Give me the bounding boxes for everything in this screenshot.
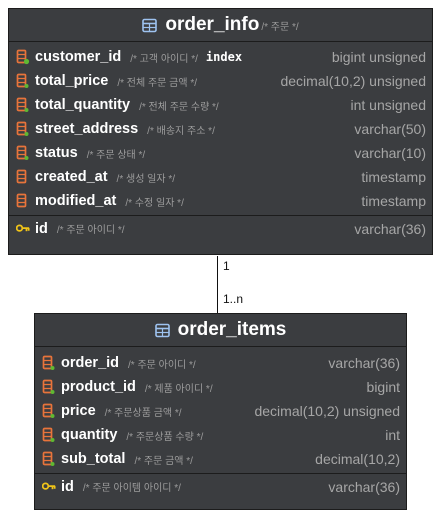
table-icon bbox=[154, 323, 170, 338]
column-icon bbox=[16, 97, 30, 113]
column-name: created_at bbox=[35, 169, 108, 185]
column-row[interactable]: product_id /* 제품 아이디 */ bigint bbox=[35, 375, 406, 399]
column-icon bbox=[16, 121, 30, 137]
column-comment: /* 주문 아이디 */ bbox=[56, 225, 125, 236]
column-name: product_id bbox=[61, 379, 136, 395]
column-comment: /* 생성 일자 */ bbox=[116, 173, 176, 185]
column-icon bbox=[42, 427, 56, 443]
column-comment: /* 제품 아이디 */ bbox=[144, 383, 213, 395]
column-comment: /* 주문 아이디 */ bbox=[128, 359, 196, 371]
fk-column-icon bbox=[16, 49, 30, 65]
cardinality-many: 1..n bbox=[223, 292, 244, 306]
primary-key-icon bbox=[42, 479, 56, 495]
column-row[interactable]: total_quantity /* 전체 주문 수량 */ int unsign… bbox=[9, 93, 432, 117]
table-icon bbox=[142, 18, 158, 33]
column-row[interactable]: customer_id /* 고객 아이디 */ index bigint un… bbox=[9, 45, 432, 69]
nullable-column-icon bbox=[16, 169, 30, 185]
column-comment: /* 주문 상태 */ bbox=[86, 149, 146, 161]
column-comment: /* 주문 아이템 아이디 */ bbox=[82, 483, 181, 494]
column-comment: /* 수정 일자 */ bbox=[125, 197, 184, 209]
column-icon bbox=[16, 145, 30, 161]
column-row[interactable]: order_id /* 주문 아이디 */ varchar(36) bbox=[35, 351, 406, 375]
column-name: street_address bbox=[35, 121, 139, 137]
table-header[interactable]: order_items bbox=[35, 314, 406, 347]
column-icon bbox=[42, 451, 56, 467]
index-badge: index bbox=[205, 50, 243, 64]
column-name: total_quantity bbox=[35, 97, 131, 113]
table-name: order_info bbox=[165, 14, 260, 35]
column-type: timestamp bbox=[361, 193, 426, 209]
primary-key-row[interactable]: id /* 주문 아이템 아이디 */ varchar(36) bbox=[35, 474, 406, 499]
column-comment: /* 전체 주문 수량 */ bbox=[139, 101, 219, 113]
column-name: customer_id bbox=[35, 49, 122, 65]
primary-key-icon bbox=[16, 221, 30, 237]
column-row[interactable]: modified_at /* 수정 일자 */ timestamp bbox=[9, 189, 432, 213]
table-order-info[interactable]: order_info/* 주문 */ customer_id /* 고객 아이디… bbox=[8, 8, 433, 255]
column-name: order_id bbox=[61, 355, 120, 371]
column-comment: /* 배송지 주소 */ bbox=[147, 125, 215, 137]
table-comment: /* 주문 */ bbox=[261, 22, 299, 33]
column-name: total_price bbox=[35, 73, 109, 89]
column-type: decimal(10,2) bbox=[315, 451, 400, 467]
column-icon bbox=[16, 73, 30, 89]
column-row[interactable]: price /* 주문상품 금액 */ decimal(10,2) unsign… bbox=[35, 399, 406, 423]
table-name: order_items bbox=[177, 319, 287, 340]
column-row[interactable]: sub_total /* 주문 금액 */ decimal(10,2) bbox=[35, 447, 406, 471]
column-row[interactable]: total_price /* 전체 주문 금액 */ decimal(10,2)… bbox=[9, 69, 432, 93]
column-type: timestamp bbox=[361, 169, 426, 185]
column-name: sub_total bbox=[61, 451, 126, 467]
column-row[interactable]: street_address /* 배송지 주소 */ varchar(50) bbox=[9, 117, 432, 141]
column-icon bbox=[42, 355, 56, 371]
column-comment: /* 주문 금액 */ bbox=[134, 455, 193, 467]
column-type: varchar(10) bbox=[354, 145, 426, 161]
nullable-column-icon bbox=[16, 193, 30, 209]
table-header[interactable]: order_info/* 주문 */ bbox=[9, 9, 432, 42]
column-icon bbox=[42, 379, 56, 395]
column-comment: /* 전체 주문 금액 */ bbox=[117, 77, 197, 89]
column-type: varchar(36) bbox=[354, 220, 426, 237]
column-comment: /* 주문상품 금액 */ bbox=[104, 407, 182, 419]
column-type: int bbox=[385, 427, 400, 443]
column-name: id bbox=[61, 478, 74, 495]
column-row[interactable]: quantity /* 주문상품 수량 */ int bbox=[35, 423, 406, 447]
cardinality-one: 1 bbox=[223, 259, 230, 273]
column-name: quantity bbox=[61, 427, 118, 443]
column-type: varchar(36) bbox=[328, 478, 400, 495]
column-type: decimal(10,2) unsigned bbox=[280, 73, 426, 89]
column-name: status bbox=[35, 145, 78, 161]
column-comment: /* 주문상품 수량 */ bbox=[126, 431, 204, 443]
column-type: varchar(36) bbox=[328, 355, 400, 371]
column-name: id bbox=[35, 220, 48, 237]
column-row[interactable]: created_at /* 생성 일자 */ timestamp bbox=[9, 165, 432, 189]
column-list: customer_id /* 고객 아이디 */ index bigint un… bbox=[9, 42, 432, 241]
column-name: price bbox=[61, 403, 96, 419]
column-name: modified_at bbox=[35, 193, 117, 209]
column-type: decimal(10,2) unsigned bbox=[254, 403, 400, 419]
column-type: bigint bbox=[366, 379, 400, 395]
column-type: varchar(50) bbox=[354, 121, 426, 137]
column-type: int unsigned bbox=[350, 97, 426, 113]
column-comment: /* 고객 아이디 */ bbox=[130, 53, 198, 65]
primary-key-row[interactable]: id /* 주문 아이디 */ varchar(36) bbox=[9, 216, 432, 241]
column-icon bbox=[42, 403, 56, 419]
column-type: bigint unsigned bbox=[331, 49, 426, 65]
column-list: order_id /* 주문 아이디 */ varchar(36) produc… bbox=[35, 347, 406, 499]
column-row[interactable]: status /* 주문 상태 */ varchar(10) bbox=[9, 141, 432, 165]
table-order-items[interactable]: order_items order_id /* 주문 아이디 */ varcha… bbox=[34, 313, 407, 510]
